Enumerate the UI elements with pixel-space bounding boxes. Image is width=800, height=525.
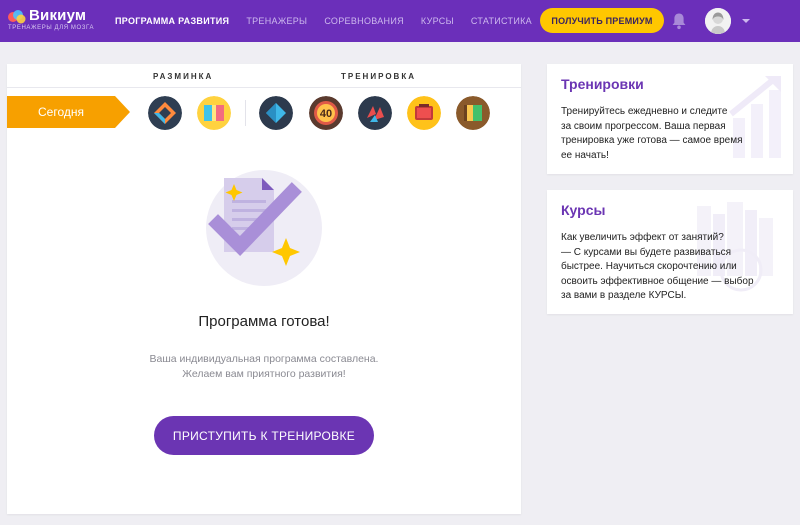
top-navigation-bar: Викиум ТРЕНАЖЕРЫ ДЛЯ МОЗГА ПРОГРАММА РАЗ… xyxy=(0,0,800,42)
logo-mark-icon xyxy=(8,10,26,24)
trainings-text-line: за своим прогрессом. Ваша первая xyxy=(561,120,726,132)
training-game-3-icon[interactable] xyxy=(358,96,392,130)
chevron-down-icon[interactable] xyxy=(741,17,751,25)
training-game-4-icon[interactable] xyxy=(407,96,441,130)
user-avatar-icon xyxy=(705,8,731,34)
warmup-game-2-icon[interactable] xyxy=(197,96,231,130)
program-ready-title: Программа готова! xyxy=(198,313,330,330)
main-nav: ПРОГРАММА РАЗВИТИЯ ТРЕНАЖЕРЫ СОРЕВНОВАНИ… xyxy=(115,0,549,42)
warmup-game-1-icon[interactable] xyxy=(148,96,182,130)
trainings-info-card[interactable]: Тренировки Тренируйтесь ежедневно и след… xyxy=(547,64,793,174)
subtitle-line-2: Желаем вам приятного развития! xyxy=(182,368,346,380)
logo-tagline: ТРЕНАЖЕРЫ ДЛЯ МОЗГА xyxy=(8,25,95,31)
training-game-1-icon[interactable] xyxy=(259,96,293,130)
section-labels: РАЗМИНКА ТРЕНИРОВКА xyxy=(7,64,521,88)
courses-text-line: — С курсами вы будете развиваться xyxy=(561,246,732,258)
subtitle-line-1: Ваша индивидуальная программа составлена… xyxy=(149,353,379,365)
training-label: ТРЕНИРОВКА xyxy=(341,72,416,81)
courses-text-line: Как увеличить эффект от занятий? xyxy=(561,232,724,243)
training-game-5-icon[interactable] xyxy=(456,96,490,130)
program-ready-subtitle: Ваша индивидуальная программа составлена… xyxy=(7,352,521,382)
nav-item-program[interactable]: ПРОГРАММА РАЗВИТИЯ xyxy=(115,16,229,26)
nav-item-trainers[interactable]: ТРЕНАЖЕРЫ xyxy=(246,16,307,26)
nav-item-courses[interactable]: КУРСЫ xyxy=(421,16,454,26)
program-ready-illustration xyxy=(206,170,322,286)
trainings-text-line: тренировка уже готова — самое время xyxy=(561,135,743,147)
courses-text-line: освоить эффективное общение — выбор xyxy=(561,275,754,287)
logo-name: Викиум xyxy=(29,7,87,24)
section-divider xyxy=(245,100,246,126)
today-ribbon[interactable]: Сегодня xyxy=(7,96,130,128)
start-training-button[interactable]: ПРИСТУПИТЬ К ТРЕНИРОВКЕ xyxy=(154,416,374,455)
courses-info-card[interactable]: Курсы Как увеличить эффект от занятий? —… xyxy=(547,190,793,314)
warmup-label: РАЗМИНКА xyxy=(153,72,214,81)
nav-item-statistics[interactable]: СТАТИСТИКА xyxy=(471,16,532,26)
trainings-text-line: Тренируйтесь ежедневно и следите xyxy=(561,106,728,117)
nav-item-competitions[interactable]: СОРЕВНОВАНИЯ xyxy=(324,16,404,26)
get-premium-button[interactable]: ПОЛУЧИТЬ ПРЕМИУМ xyxy=(540,8,664,33)
today-label: Сегодня xyxy=(38,105,84,119)
trainings-text-line: ее начать! xyxy=(561,149,609,161)
avatar[interactable] xyxy=(705,8,731,34)
trainings-card-title: Тренировки xyxy=(561,76,644,92)
program-card: РАЗМИНКА ТРЕНИРОВКА Сегодня 40 Программа… xyxy=(7,64,521,514)
courses-text-line: быстрее. Научиться скорочтению или xyxy=(561,261,737,273)
trainings-card-text: Тренируйтесь ежедневно и следите за свои… xyxy=(561,105,743,163)
training-game-2-icon[interactable]: 40 xyxy=(309,96,343,130)
courses-card-title: Курсы xyxy=(561,202,606,218)
logo[interactable]: Викиум ТРЕНАЖЕРЫ ДЛЯ МОЗГА xyxy=(8,7,93,34)
badge-number: 40 xyxy=(320,108,332,120)
bell-icon[interactable] xyxy=(671,12,687,30)
courses-text-line: за вами в разделе КУРСЫ. xyxy=(561,290,687,302)
courses-card-text: Как увеличить эффект от занятий? — С кур… xyxy=(561,231,754,304)
